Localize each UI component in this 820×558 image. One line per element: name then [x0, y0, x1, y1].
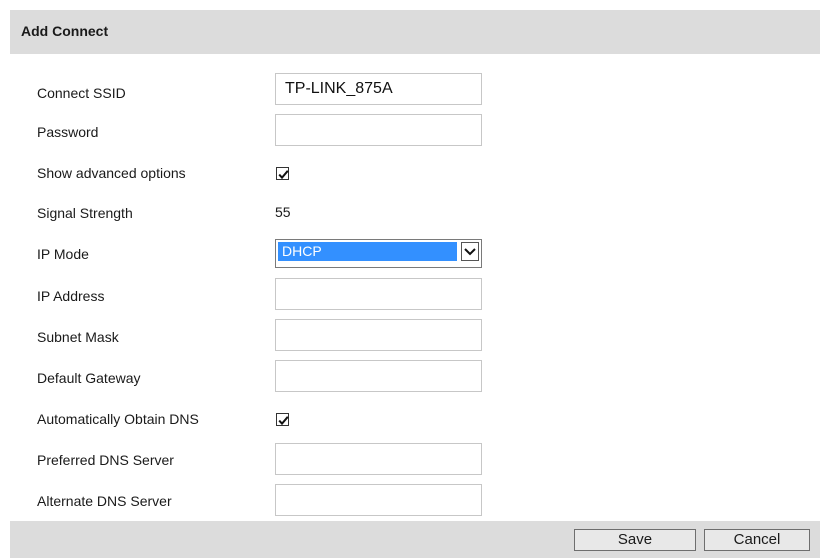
default-gateway-input[interactable]	[275, 360, 482, 392]
cancel-button[interactable]: Cancel	[704, 529, 810, 551]
show-advanced-checkbox[interactable]	[276, 167, 289, 180]
signal-strength-value: 55	[275, 204, 291, 220]
dialog-title: Add Connect	[21, 23, 109, 39]
subnet-mask-input[interactable]	[275, 319, 482, 351]
preferred-dns-input[interactable]	[275, 443, 482, 475]
password-label: Password	[37, 124, 99, 140]
password-input[interactable]	[275, 114, 482, 146]
alternate-dns-input[interactable]	[275, 484, 482, 516]
ssid-label: Connect SSID	[37, 85, 126, 101]
show-advanced-label: Show advanced options	[37, 165, 186, 181]
ip-mode-select[interactable]: DHCP	[275, 239, 482, 268]
ssid-input[interactable]	[275, 73, 482, 105]
auto-dns-checkbox[interactable]	[276, 413, 289, 426]
check-icon	[278, 170, 289, 180]
auto-dns-label: Automatically Obtain DNS	[37, 411, 199, 427]
subnet-mask-label: Subnet Mask	[37, 329, 119, 345]
ip-mode-label: IP Mode	[37, 246, 89, 262]
check-icon	[278, 416, 289, 426]
chevron-down-icon[interactable]	[461, 242, 479, 261]
ip-address-label: IP Address	[37, 288, 105, 304]
preferred-dns-label: Preferred DNS Server	[37, 452, 174, 468]
signal-strength-label: Signal Strength	[37, 205, 133, 221]
default-gateway-label: Default Gateway	[37, 370, 141, 386]
ip-mode-selected-value: DHCP	[278, 242, 457, 261]
save-button[interactable]: Save	[574, 529, 696, 551]
alternate-dns-label: Alternate DNS Server	[37, 493, 172, 509]
ip-address-input[interactable]	[275, 278, 482, 310]
add-connect-dialog: Add Connect Connect SSID Password Show a…	[10, 10, 820, 558]
dialog-footer: Save Cancel	[10, 521, 820, 558]
dialog-header: Add Connect	[10, 10, 820, 54]
